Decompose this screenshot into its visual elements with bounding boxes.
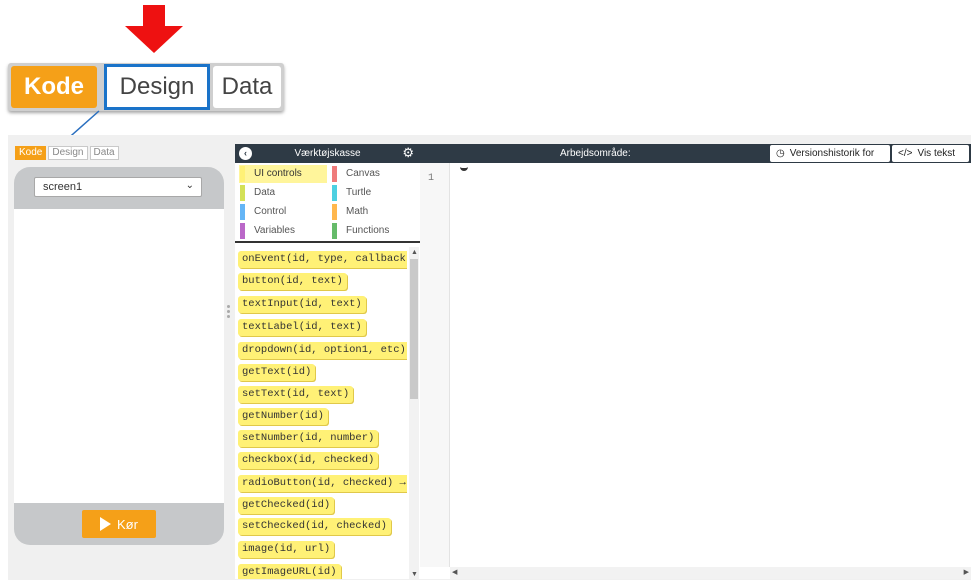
palette-scrollbar[interactable]: ▲ ▼ <box>409 247 419 579</box>
run-button-label: Kør <box>117 516 138 532</box>
block-radiobutton[interactable]: radioButton(id, checked) → <box>238 475 407 492</box>
tab-data[interactable]: Data <box>89 146 119 160</box>
category-label: Variables <box>254 225 295 236</box>
version-history-button[interactable]: ◷ Versionshistorik for <box>770 145 890 162</box>
toolbox-title: Værktøjskasse <box>294 148 361 159</box>
block-textinput[interactable]: textInput(id, text) <box>238 296 366 313</box>
block-gettext[interactable]: getText(id) <box>238 364 316 381</box>
category-turtle[interactable]: Turtle <box>331 184 417 202</box>
category-label: Functions <box>346 225 390 236</box>
mode-tabs: Kode Design Data <box>15 146 119 160</box>
scroll-up-icon[interactable]: ▲ <box>411 249 418 256</box>
block-palette: onEvent(id, type, callback button(id, te… <box>235 247 407 579</box>
scroll-down-icon[interactable]: ▼ <box>411 571 418 578</box>
category-functions[interactable]: Functions <box>331 222 417 240</box>
block-button[interactable]: button(id, text) <box>238 273 347 290</box>
category-swatch <box>240 166 245 182</box>
editor-cursor <box>460 167 468 171</box>
category-swatch <box>332 223 337 239</box>
category-label: Math <box>346 206 369 217</box>
palette-scroll-thumb[interactable] <box>410 259 418 399</box>
code-editor[interactable]: 1 ◀ ▶ <box>420 163 971 579</box>
category-label: Turtle <box>346 187 372 198</box>
editor-horizontal-scrollbar[interactable]: ◀ ▶ <box>450 567 971 579</box>
play-icon <box>100 517 112 531</box>
category-label: Control <box>254 206 287 217</box>
code-icon: </> <box>898 148 913 159</box>
block-settext[interactable]: setText(id, text) <box>238 386 354 403</box>
block-getnumber[interactable]: getNumber(id) <box>238 408 328 425</box>
line-number-gutter: 1 <box>420 163 450 567</box>
block-getchecked[interactable]: getChecked(id) <box>238 497 335 514</box>
tab-design[interactable]: Design <box>48 146 88 160</box>
line-number: 1 <box>428 173 435 184</box>
block-getimageurl[interactable]: getImageURL(id) <box>238 564 341 579</box>
category-swatch <box>240 204 245 220</box>
scroll-left-icon[interactable]: ◀ <box>452 568 457 576</box>
category-swatch <box>240 185 245 201</box>
category-control[interactable]: Control <box>239 203 327 221</box>
screen-select[interactable]: screen1 ⌄ <box>34 177 202 197</box>
clock-icon: ◷ <box>776 148 785 159</box>
block-setchecked[interactable]: setChecked(id, checked) <box>238 518 391 535</box>
category-math[interactable]: Math <box>331 203 417 221</box>
panel-resize-handle[interactable] <box>227 305 231 320</box>
screen-select-value: screen1 <box>43 181 83 193</box>
collapse-toolbox-icon[interactable]: ‹ <box>239 147 252 160</box>
toolbox-header: ‹ Værktøjskasse ⚙ <box>235 144 420 163</box>
category-label: Canvas <box>346 168 380 179</box>
category-swatch <box>332 185 337 201</box>
block-checkbox[interactable]: checkbox(id, checked) <box>238 452 379 469</box>
block-image[interactable]: image(id, url) <box>238 541 335 558</box>
chevron-down-icon: ⌄ <box>185 180 194 191</box>
gear-icon[interactable]: ⚙ <box>402 145 414 161</box>
tab-kode[interactable]: Kode <box>15 146 47 160</box>
workspace-header: Arbejdsområde: ◷ Versionshistorik for </… <box>420 144 971 163</box>
workspace-title: Arbejdsområde: <box>560 148 631 159</box>
app-window: Kode Design Data screen1 ⌄ Kør ‹ Værktøj… <box>8 135 971 580</box>
category-label: UI controls <box>254 168 302 179</box>
version-history-label: Versionshistorik for <box>789 148 875 159</box>
block-setnumber[interactable]: setNumber(id, number) <box>238 430 379 447</box>
category-swatch <box>332 166 337 182</box>
toolbox-categories: UI controls Canvas Data Turtle Control M… <box>235 163 420 243</box>
block-dropdown[interactable]: dropdown(id, option1, etc) <box>238 342 407 359</box>
toolbox-panel: UI controls Canvas Data Turtle Control M… <box>235 163 420 579</box>
scroll-right-icon[interactable]: ▶ <box>964 568 969 576</box>
run-button[interactable]: Kør <box>82 510 156 538</box>
block-onevent[interactable]: onEvent(id, type, callback <box>238 251 407 268</box>
show-text-button[interactable]: </> Vis tekst <box>892 145 969 162</box>
category-swatch <box>332 204 337 220</box>
block-textlabel[interactable]: textLabel(id, text) <box>238 319 366 336</box>
category-data[interactable]: Data <box>239 184 327 202</box>
category-label: Data <box>254 187 276 198</box>
category-canvas[interactable]: Canvas <box>331 165 417 183</box>
category-swatch <box>240 223 245 239</box>
app-display-area[interactable] <box>14 209 224 503</box>
category-variables[interactable]: Variables <box>239 222 327 240</box>
show-text-label: Vis tekst <box>917 148 956 159</box>
app-preview-phone: screen1 ⌄ Kør <box>14 167 224 545</box>
category-ui-controls[interactable]: UI controls <box>239 165 327 183</box>
